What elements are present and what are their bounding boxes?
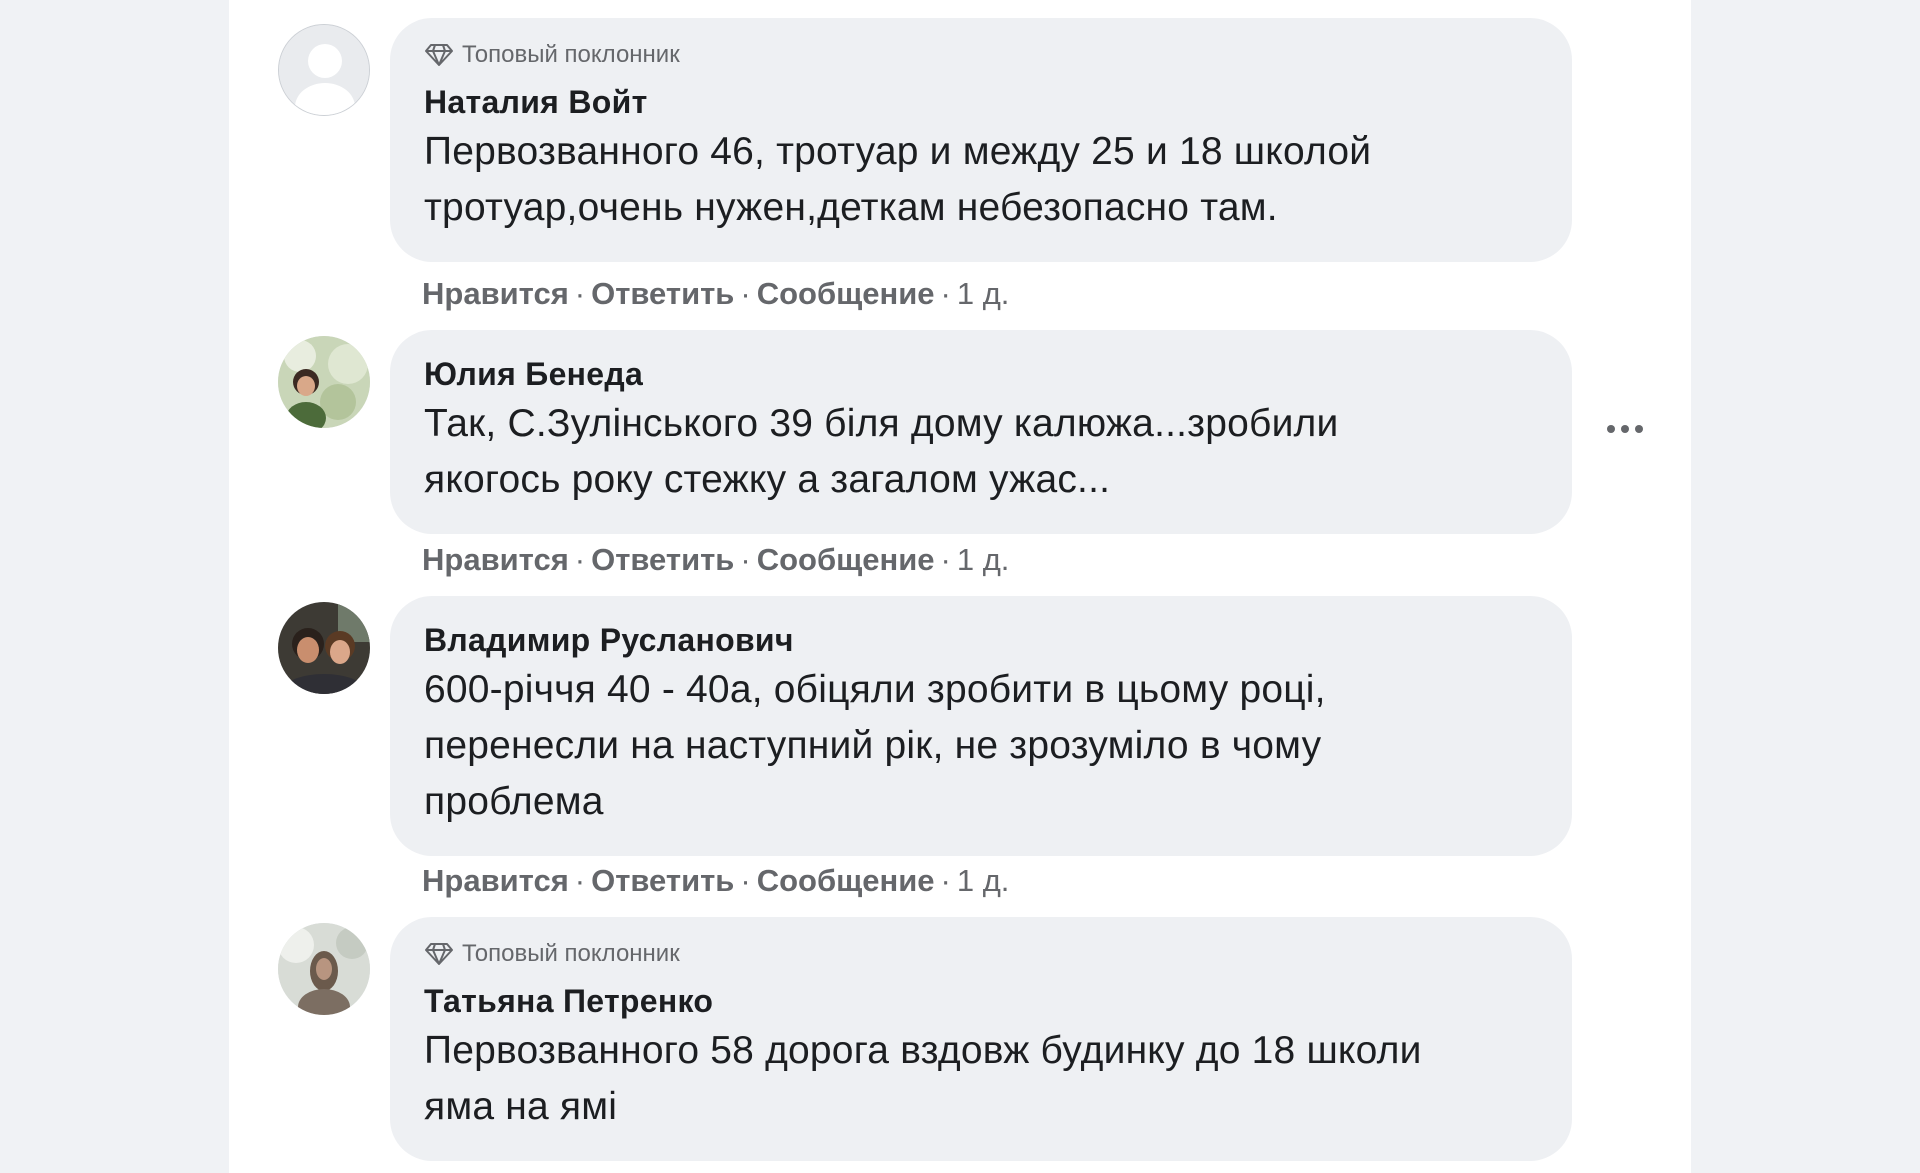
comment-text: Так, С.Зулінського 39 біля дому калюжа..… [424,402,1339,501]
top-fan-badge: Топовый поклонник [424,41,1538,68]
author-name[interactable]: Владимир Русланович [424,620,1538,660]
like-button[interactable]: Нравится [422,542,569,577]
avatar[interactable] [278,923,370,1015]
comment-actions: Нравится · Ответить · Сообщение · 1 д. [422,274,1009,314]
separator: · [574,863,586,898]
separator: · [740,863,751,898]
more-options-button[interactable] [1595,409,1655,449]
comments-panel: Топовый поклонник Наталия Войт Первозван… [229,0,1691,1173]
avatar[interactable] [278,24,370,116]
default-avatar-icon [279,25,369,115]
comment-actions: Нравится · Ответить · Сообщение · 1 д. [422,861,1009,901]
comment-text: Первозванного 46, тротуар и между 25 и 1… [424,130,1372,229]
separator: · [574,276,586,311]
more-dots-icon [1607,425,1643,433]
reply-button[interactable]: Ответить [591,276,734,311]
comment-bubble: Топовый поклонник Татьяна Петренко Перво… [390,917,1572,1161]
timestamp[interactable]: 1 д. [957,863,1010,898]
separator: · [740,542,751,577]
diamond-icon [424,942,454,966]
reply-button[interactable]: Ответить [591,542,734,577]
message-button[interactable]: Сообщение [757,863,935,898]
message-button[interactable]: Сообщение [757,542,935,577]
comment-actions: Нравится · Ответить · Сообщение · 1 д. [422,540,1009,580]
user-photo-icon [278,602,370,694]
message-button[interactable]: Сообщение [757,276,935,311]
like-button[interactable]: Нравится [422,863,569,898]
author-name[interactable]: Татьяна Петренко [424,981,1538,1021]
comment-bubble: Юлия Бенеда Так, С.Зулінського 39 біля д… [390,330,1572,534]
timestamp[interactable]: 1 д. [957,276,1010,311]
separator: · [574,542,586,577]
comment-text: Первозванного 58 дорога вздовж будинку д… [424,1029,1422,1128]
separator: · [740,276,751,311]
comment-text: 600-річчя 40 - 40а, обіцяли зробити в ць… [424,668,1326,823]
diamond-icon [424,43,454,67]
separator: · [940,863,951,898]
comment-bubble: Топовый поклонник Наталия Войт Первозван… [390,18,1572,262]
author-name[interactable]: Наталия Войт [424,82,1538,122]
badge-label: Топовый поклонник [462,41,680,68]
separator: · [940,276,951,311]
avatar[interactable] [278,602,370,694]
timestamp[interactable]: 1 д. [957,542,1010,577]
author-name[interactable]: Юлия Бенеда [424,354,1538,394]
avatar[interactable] [278,336,370,428]
top-fan-badge: Топовый поклонник [424,940,1538,967]
user-photo-icon [278,923,370,1015]
reply-button[interactable]: Ответить [591,863,734,898]
comment-bubble: Владимир Русланович 600-річчя 40 - 40а, … [390,596,1572,856]
badge-label: Топовый поклонник [462,940,680,967]
separator: · [940,542,951,577]
like-button[interactable]: Нравится [422,276,569,311]
user-photo-icon [278,336,370,428]
